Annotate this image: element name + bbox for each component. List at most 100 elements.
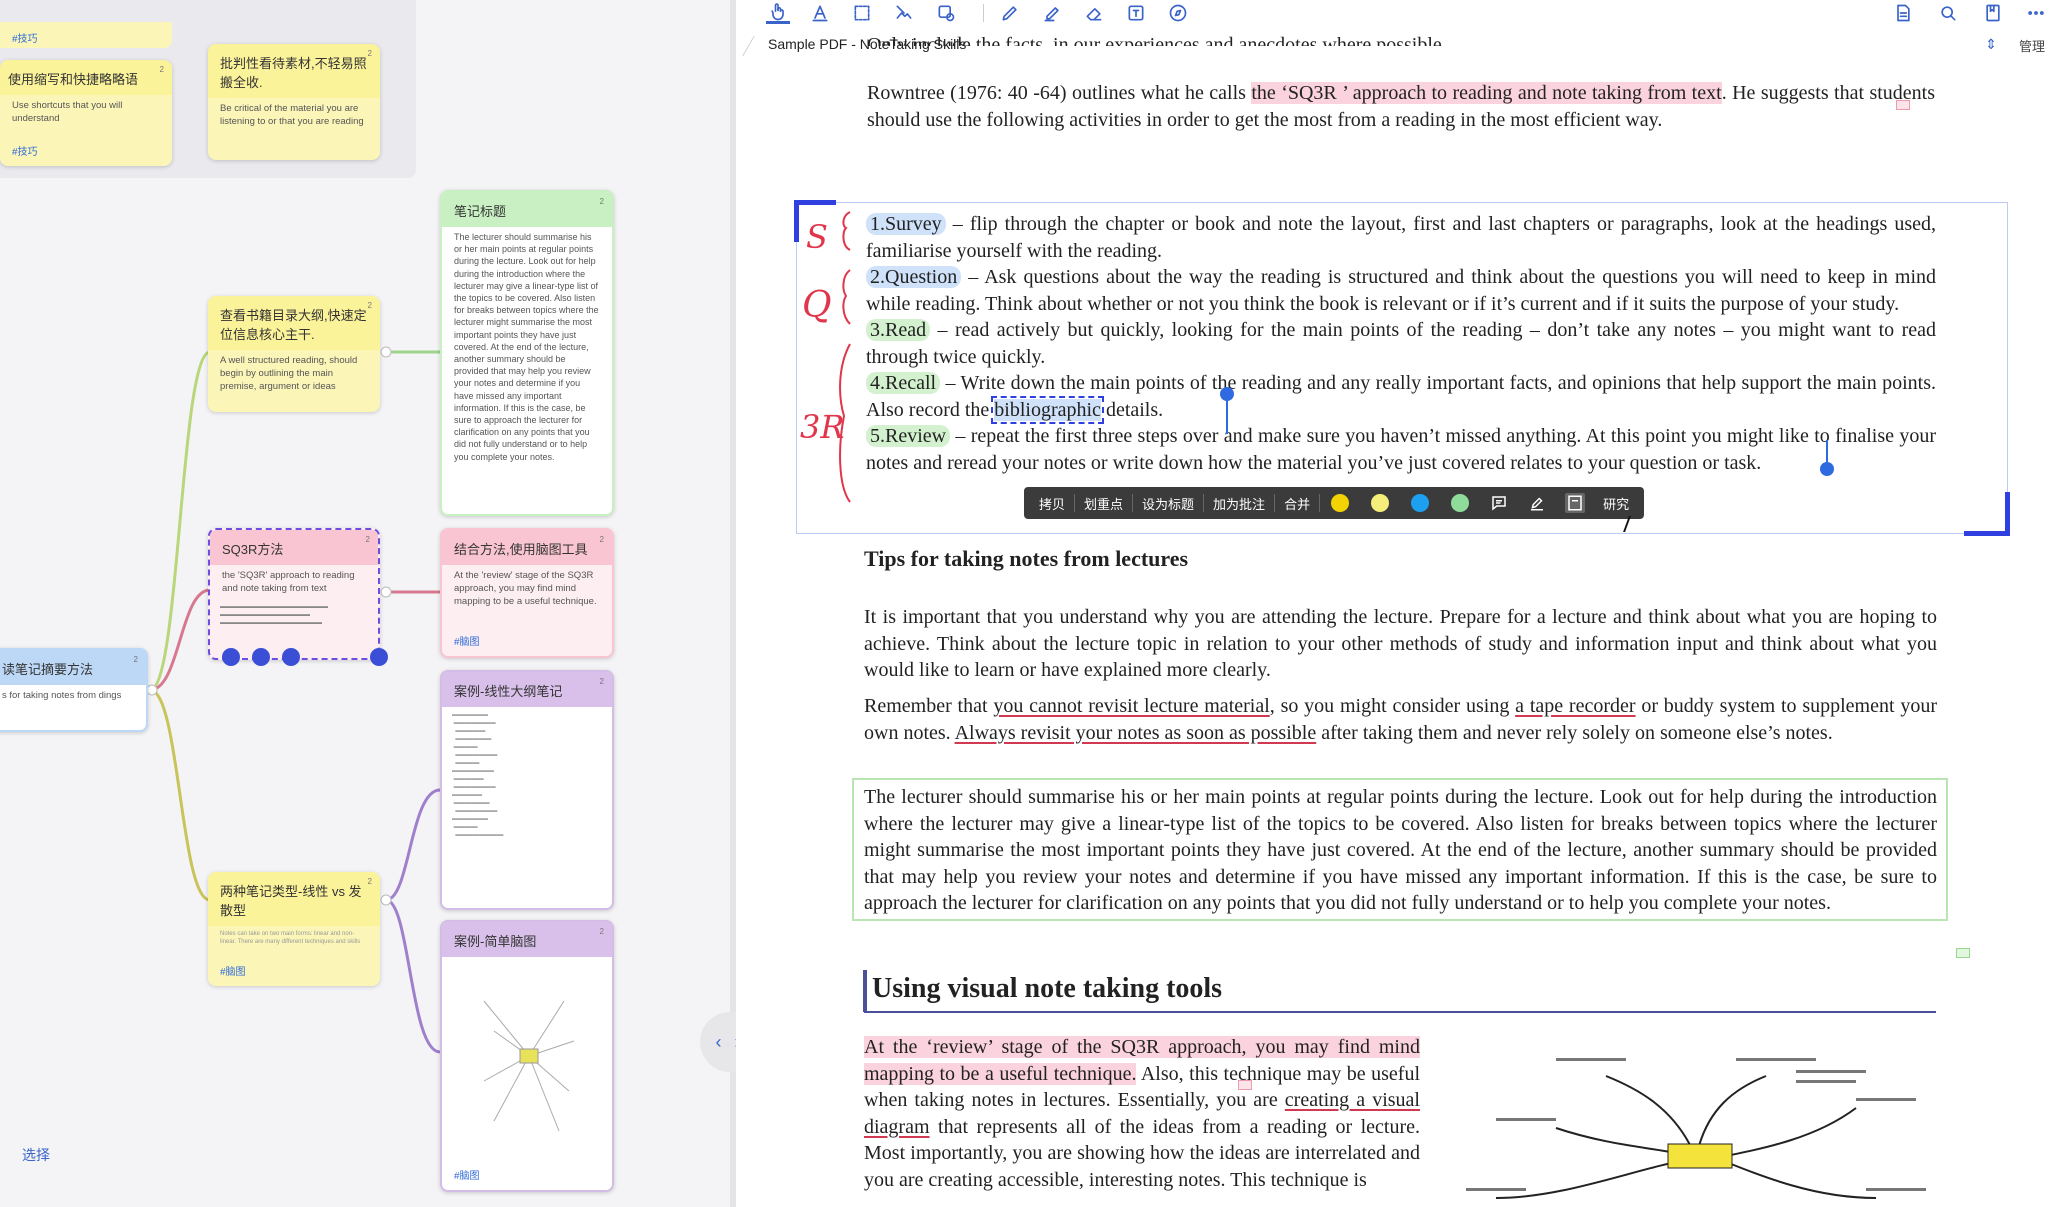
textbox-icon[interactable] (1124, 2, 1148, 24)
card-linear-case[interactable]: 案例-线性大纲笔记 ▬▬▬▬▬▬ ▬▬▬▬▬▬▬ ▬▬▬▬▬ ▬▬▬▬▬▬ ▬▬… (440, 670, 614, 910)
highlight-question[interactable]: 2.Question (866, 266, 962, 288)
resize-handle-icon[interactable] (370, 648, 388, 666)
key-point-button[interactable]: 划重点 (1075, 494, 1132, 513)
highlight-review[interactable]: 5.Review (866, 425, 951, 447)
pdf-paragraph-rowntree: Rowntree (1976: 40 -64) outlines what he… (867, 80, 1935, 133)
underline-annotation[interactable]: a tape recorder (1515, 695, 1635, 717)
image-clip-icon[interactable] (892, 2, 916, 24)
card-tag[interactable]: #技巧 (12, 143, 38, 158)
card-body: At the 'review' stage of the SQ3R approa… (454, 570, 597, 607)
card-header: 结合方法,使用脑图工具 (442, 530, 612, 565)
manage-button[interactable]: 管理 (2019, 36, 2045, 55)
pdf-sq3r-list: 1.Survey – flip through the chapter or b… (866, 211, 1936, 476)
card-count: 2 (133, 655, 138, 664)
list-item-recall: 4.Recall – Write down the main points of… (866, 372, 1936, 424)
card-critical[interactable]: 批判性看待素材,不轻易照搬全收. Be critical of the mate… (208, 44, 380, 160)
pdf-cut-line: Only include the facts, in our experienc… (867, 34, 1447, 46)
search-icon[interactable] (1936, 2, 1960, 24)
comment-icon[interactable] (1489, 493, 1509, 513)
copy-button[interactable]: 拷贝 (1030, 494, 1074, 513)
highlight-survey[interactable]: 1.Survey (866, 213, 946, 235)
merge-button[interactable]: 合并 (1275, 494, 1319, 513)
card-notes-title[interactable]: 笔记标题 The lecturer should summarise his o… (440, 190, 614, 516)
card-two-types[interactable]: 两种笔记类型-线性 vs 发散型 Notes can take on two m… (208, 872, 380, 986)
margin-note-q: Q (802, 285, 832, 326)
selection-context-menu: 拷贝 划重点 设为标题 加为批注 合并 研究 (1024, 487, 1645, 519)
card-preview-lines: ▬▬▬▬▬▬▬▬▬▬▬▬▬▬▬▬▬▬ ▬▬▬▬▬▬▬▬▬▬▬▬▬▬▬ ▬▬▬▬▬▬▬… (220, 604, 328, 626)
list-item-review: 5.Review – repeat the first three steps … (866, 425, 1936, 474)
eraser-icon[interactable] (1082, 2, 1106, 24)
sort-icon[interactable]: ⇕ (1985, 36, 1997, 53)
list-item-read: 3.Read – read actively but quickly, look… (866, 319, 1936, 368)
card-body: The lecturer should summarise his or her… (454, 232, 599, 462)
select-mode-button[interactable]: 选择 (22, 1145, 50, 1165)
note-marker-icon[interactable] (1896, 100, 1910, 110)
card-header: 使用缩写和快捷略略语 (0, 60, 172, 95)
highlighter-icon[interactable] (1040, 2, 1064, 24)
card-reading-summary[interactable]: 读笔记摘要方法 s for taking notes from dings 2 (0, 648, 148, 732)
ocr-icon[interactable] (934, 2, 958, 24)
add-note-button[interactable]: 加为批注 (1204, 494, 1274, 513)
note-marker-icon[interactable] (1956, 948, 1970, 958)
text-highlight-icon[interactable] (808, 2, 832, 24)
research-button[interactable]: 研究 (1594, 494, 1638, 513)
bookmark-icon[interactable] (1981, 2, 2005, 24)
card-header: 笔记标题 (442, 192, 612, 227)
document-icon[interactable] (1891, 2, 1915, 24)
card-tag[interactable]: #脑图 (220, 963, 246, 978)
card-count: 2 (599, 677, 604, 686)
card-action-buttons (222, 648, 300, 666)
card-partial-top: #技巧 (0, 22, 172, 48)
pdf-paragraph-visual: At the ‘review’ stage of the SQ3R approa… (864, 1036, 1420, 1191)
card-preview-outline: ▬▬▬▬▬▬ ▬▬▬▬▬▬▬ ▬▬▬▬▬ ▬▬▬▬▬▬ ▬▬▬▬ ▬▬▬▬▬▬▬… (452, 712, 504, 838)
card-shortcuts[interactable]: 使用缩写和快捷略略语 Use shortcuts that you will u… (0, 60, 172, 166)
pdf-paragraph-lecture-3: The lecturer should summarise his or her… (864, 786, 1937, 914)
card-tag[interactable]: #脑图 (454, 1167, 480, 1182)
card-mindmap-tool[interactable]: 结合方法,使用脑图工具 At the 'review' stage of the… (440, 528, 614, 658)
pdf-paragraph-lecture-1: It is important that you understand why … (864, 606, 1937, 681)
card-body: Notes can take on two main forms: linear… (220, 931, 361, 945)
card-body: Use shortcuts that you will understand (12, 100, 123, 124)
mindmap-panel: 使用缩写和快捷略略语 Use shortcuts that you will u… (0, 0, 732, 1207)
copy-icon[interactable] (282, 648, 300, 666)
compass-icon[interactable] (1166, 2, 1190, 24)
card-header: 读笔记摘要方法 (0, 650, 146, 685)
area-select-icon[interactable] (850, 2, 874, 24)
color-green-button[interactable] (1451, 494, 1470, 512)
dictionary-icon[interactable] (1565, 493, 1586, 513)
highlight-sq3r[interactable]: the ‘SQ3R ’ approach to reading and note… (1251, 82, 1722, 104)
selected-word[interactable]: bibliographic (991, 395, 1104, 424)
frame-corner-br[interactable] (1964, 492, 2010, 536)
card-header: 案例-线性大纲笔记 (442, 672, 612, 707)
pen-fill-icon[interactable] (1527, 493, 1547, 513)
set-title-button[interactable]: 设为标题 (1133, 494, 1203, 513)
card-count: 2 (367, 877, 372, 886)
card-header: 案例-简单脑图 (442, 922, 612, 957)
link-icon[interactable] (252, 648, 270, 666)
card-sq3r[interactable]: SQ3R方法 the 'SQ3R' approach to reading an… (208, 528, 380, 660)
card-simple-mindmap[interactable]: 案例-简单脑图 #脑图 2 (440, 920, 614, 1192)
underline-annotation[interactable]: Always revisit your notes as soon as pos… (955, 722, 1317, 744)
highlight-recall[interactable]: 4.Recall (866, 372, 941, 394)
card-header: SQ3R方法 (210, 530, 378, 565)
selection-handle-end[interactable] (1820, 462, 1834, 476)
list-item-question: 2.Question – Ask questions about the way… (866, 266, 1936, 315)
card-toc[interactable]: 查看书籍目录大纲,快速定位信息核心主干. A well structured r… (208, 296, 380, 412)
card-count: 2 (365, 535, 370, 544)
color-yellow-button[interactable] (1331, 494, 1350, 512)
heading-lectures: Tips for taking notes from lectures (864, 546, 1189, 571)
more-icon[interactable] (2024, 2, 2048, 24)
color-blue-button[interactable] (1411, 494, 1430, 512)
card-header: 两种笔记类型-线性 vs 发散型 (208, 872, 380, 926)
underline-annotation[interactable]: you cannot revisit lecture material (993, 695, 1269, 717)
color-light-yellow-button[interactable] (1371, 494, 1390, 512)
card-header: 批判性看待素材,不轻易照搬全收. (208, 44, 380, 98)
comment-icon[interactable] (222, 648, 240, 666)
card-tag[interactable]: #脑图 (454, 633, 480, 648)
highlight-read[interactable]: 3.Read (866, 319, 931, 341)
card-mindmap-thumbnail (483, 1000, 575, 1132)
pen-icon[interactable] (998, 2, 1022, 24)
note-marker-icon[interactable] (1238, 1080, 1252, 1090)
hand-pointer-icon[interactable] (766, 2, 790, 24)
mindmap-figure (1466, 1058, 1926, 1199)
